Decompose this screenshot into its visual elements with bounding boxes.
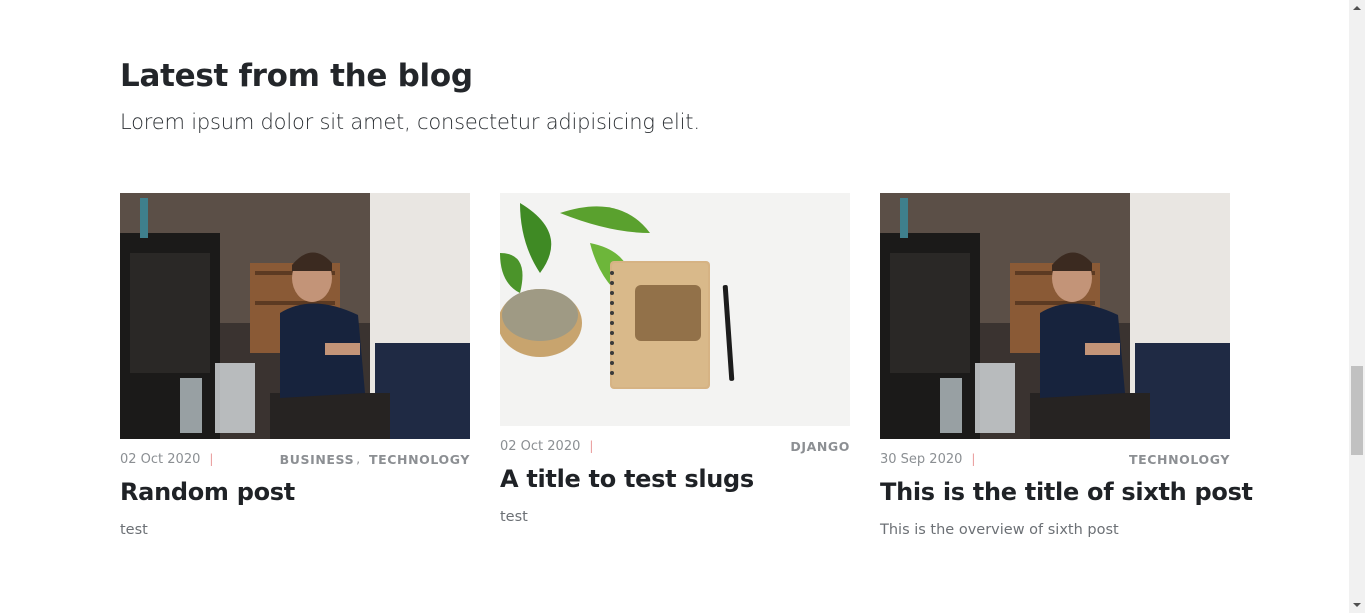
post-date: 02 Oct 2020 xyxy=(120,451,201,467)
blog-card: 02 Oct 2020 | DJANGO A title to test slu… xyxy=(500,193,850,525)
post-excerpt: test xyxy=(500,509,528,525)
post-excerpt: This is the overview of sixth post xyxy=(880,522,1119,538)
post-title-link[interactable]: Random post xyxy=(120,478,470,506)
post-categories: DJANGO xyxy=(790,439,850,454)
post-meta: 02 Oct 2020 | DJANGO xyxy=(500,438,850,454)
blog-card: 30 Sep 2020 | TECHNOLOGY This is the tit… xyxy=(880,193,1253,538)
post-categories: BUSINESS , TECHNOLOGY xyxy=(280,452,470,467)
post-date: 30 Sep 2020 xyxy=(880,451,963,467)
section-title: Latest from the blog xyxy=(120,58,473,94)
category-comma: , xyxy=(356,452,361,466)
scroll-up-icon[interactable] xyxy=(1349,0,1365,16)
meta-separator: | xyxy=(971,452,976,466)
post-excerpt: test xyxy=(120,522,148,538)
page: Latest from the blog Lorem ipsum dolor s… xyxy=(0,0,1349,613)
post-title-link[interactable]: This is the title of sixth post xyxy=(880,478,1253,506)
post-thumbnail-barista[interactable] xyxy=(120,193,470,439)
meta-separator: | xyxy=(589,439,594,453)
category-link[interactable]: BUSINESS xyxy=(280,452,355,467)
scroll-down-icon[interactable] xyxy=(1349,597,1365,613)
post-date: 02 Oct 2020 xyxy=(500,438,581,454)
post-meta: 30 Sep 2020 | TECHNOLOGY xyxy=(880,451,1230,467)
post-title-link[interactable]: A title to test slugs xyxy=(500,465,850,493)
post-thumbnail-notebook[interactable] xyxy=(500,193,850,426)
post-categories: TECHNOLOGY xyxy=(1129,452,1230,467)
category-link[interactable]: DJANGO xyxy=(790,439,850,454)
meta-separator: | xyxy=(209,452,214,466)
category-link[interactable]: TECHNOLOGY xyxy=(369,452,470,467)
category-link[interactable]: TECHNOLOGY xyxy=(1129,452,1230,467)
post-thumbnail-barista[interactable] xyxy=(880,193,1230,439)
blog-card: 02 Oct 2020 | BUSINESS , TECHNOLOGY Rand… xyxy=(120,193,470,538)
scrollbar-thumb[interactable] xyxy=(1351,366,1363,455)
section-subtitle: Lorem ipsum dolor sit amet, consectetur … xyxy=(120,110,700,134)
post-meta: 02 Oct 2020 | BUSINESS , TECHNOLOGY xyxy=(120,451,470,467)
vertical-scrollbar[interactable] xyxy=(1349,0,1365,613)
